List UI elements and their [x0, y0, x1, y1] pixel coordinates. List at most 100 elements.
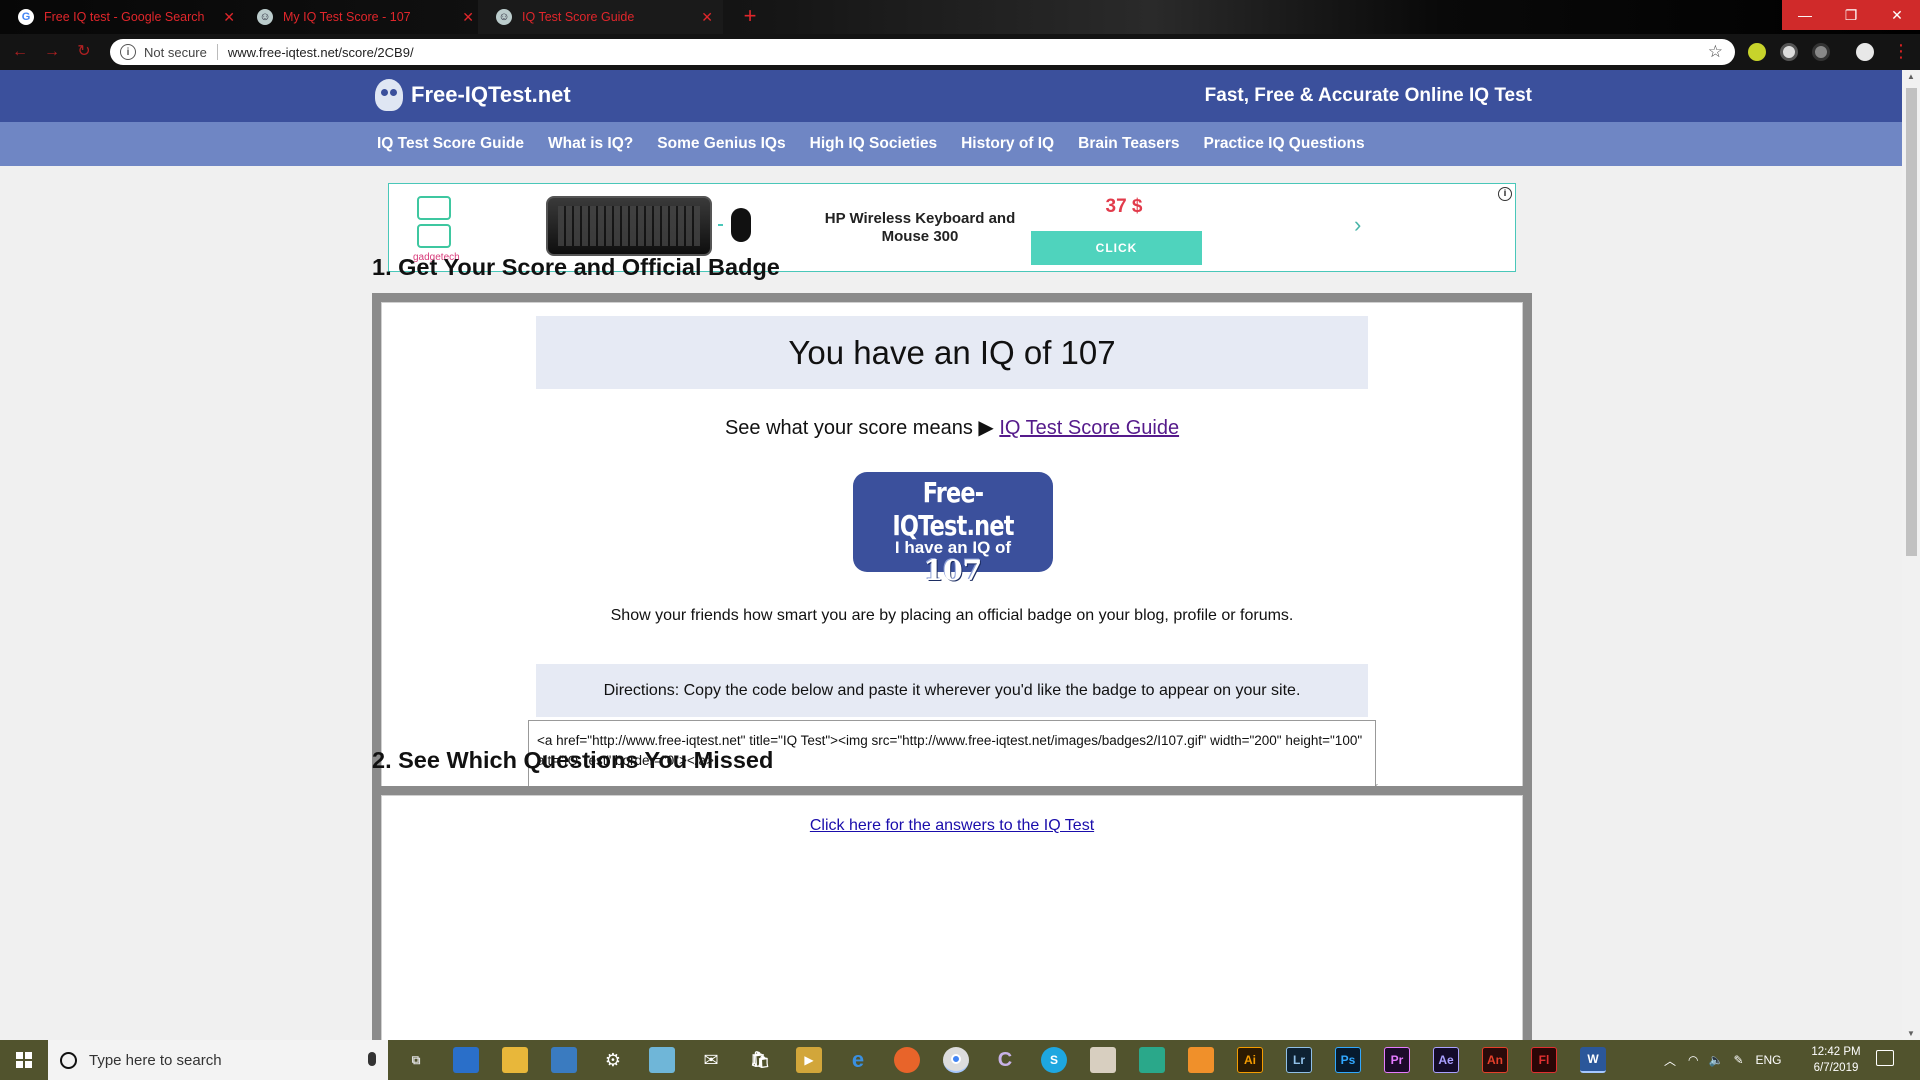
tab-strip: G Free IQ test - Google Search ✕ ☺ My IQ… [0, 0, 1920, 34]
score-meaning-line: See what your score means ▶ IQ Test Scor… [381, 415, 1523, 440]
meaning-prefix: See what your score means ▶ [724, 417, 1000, 439]
mouse-image [731, 208, 751, 242]
forward-icon[interactable]: → [42, 42, 62, 62]
extension-icon[interactable] [1812, 43, 1830, 61]
ad-price: 37 $ [1105, 196, 1143, 217]
close-icon[interactable]: ✕ [223, 9, 235, 26]
taskbar-search[interactable]: Type here to search [48, 1040, 388, 1080]
pen-icon[interactable]: ✎ [1733, 1053, 1743, 1067]
extension-icon[interactable] [1780, 43, 1798, 61]
info-icon[interactable]: i [120, 44, 136, 60]
security-label: Not secure [144, 44, 207, 60]
media-player-icon[interactable]: ▶ [796, 1047, 822, 1073]
close-icon[interactable]: ✕ [462, 9, 474, 26]
keyboard-image [546, 196, 712, 256]
premiere-icon[interactable]: Pr [1384, 1047, 1410, 1073]
menu-kebab-icon[interactable]: ⋮ [1892, 41, 1910, 62]
divider [216, 44, 218, 60]
nav-link-brain-teasers[interactable]: Brain Teasers [1078, 135, 1179, 153]
back-icon[interactable]: ← [10, 42, 30, 62]
clock-date: 6/7/2019 [1813, 1062, 1859, 1074]
animate-icon[interactable]: An [1482, 1047, 1508, 1073]
profile-avatar-icon[interactable] [1856, 43, 1874, 61]
scroll-down-icon[interactable]: ▼ [1906, 1029, 1916, 1038]
app-icon[interactable] [1139, 1047, 1165, 1073]
page-viewport: Free-IQTest.net Fast, Free & Accurate On… [0, 70, 1902, 1040]
file-explorer-icon[interactable] [502, 1047, 528, 1073]
language-indicator[interactable]: ENG [1756, 1053, 1782, 1067]
page-scrollbar[interactable]: ▲ ▼ [1902, 70, 1920, 1040]
badge-brand: Free-IQTest.net [892, 476, 1014, 542]
nav-link-high-iq-societies[interactable]: High IQ Societies [810, 135, 937, 153]
new-tab-icon[interactable]: + [738, 5, 762, 29]
notification-icon[interactable] [1876, 1050, 1894, 1066]
reload-icon[interactable]: ↻ [74, 42, 94, 62]
brain-logo-icon [375, 79, 403, 111]
site-logo[interactable]: Free-IQTest.net [375, 79, 571, 111]
settings-gear-icon[interactable]: ⚙ [600, 1047, 626, 1073]
desktop-app-icon[interactable] [453, 1047, 479, 1073]
address-bar[interactable]: i Not secure www.free-iqtest.net/score/2… [110, 39, 1735, 65]
nav-link-practice[interactable]: Practice IQ Questions [1204, 135, 1365, 153]
url-text[interactable]: www.free-iqtest.net/score/2CB9/ [228, 45, 414, 60]
minimize-icon[interactable]: — [1782, 0, 1828, 30]
edge-icon[interactable]: e [845, 1047, 871, 1073]
scrollbar-thumb[interactable] [1906, 88, 1917, 556]
app-icon[interactable] [1188, 1047, 1214, 1073]
chevron-up-icon[interactable]: ︿ [1664, 1052, 1676, 1069]
nav-link-genius-iqs[interactable]: Some Genius IQs [657, 135, 785, 153]
bookmark-star-icon[interactable]: ☆ [1708, 42, 1723, 62]
illustrator-icon[interactable]: Ai [1237, 1047, 1263, 1073]
nav-link-score-guide[interactable]: IQ Test Score Guide [377, 135, 524, 153]
photoshop-icon[interactable]: Ps [1335, 1047, 1361, 1073]
iq-badge: Free-IQTest.net I have an IQ of 107 [853, 472, 1053, 587]
app-icon[interactable] [649, 1047, 675, 1073]
firefox-icon[interactable] [894, 1047, 920, 1073]
browser-toolbar: ← → ↻ i Not secure www.free-iqtest.net/s… [0, 34, 1920, 70]
windows-icon [16, 1052, 32, 1068]
tab-iq-score[interactable]: ☺ My IQ Test Score - 107 ✕ [239, 0, 484, 34]
taskbar-clock[interactable]: 12:42 PM 6/7/2019 [1808, 1044, 1864, 1076]
microphone-icon[interactable] [368, 1052, 376, 1066]
missed-panel: Click here for the answers to the IQ Tes… [372, 786, 1532, 1040]
skype-icon[interactable]: S [1041, 1047, 1067, 1073]
ad-click-button[interactable]: CLICK [1031, 231, 1202, 265]
tab-google-search[interactable]: G Free IQ test - Google Search ✕ [0, 0, 245, 34]
lightroom-icon[interactable]: Lr [1286, 1047, 1312, 1073]
mail-icon[interactable]: ✉ [698, 1047, 724, 1073]
search-placeholder: Type here to search [89, 1051, 222, 1069]
nav-link-history[interactable]: History of IQ [961, 135, 1054, 153]
directions-text: Directions: Copy the code below and past… [536, 664, 1368, 717]
app-icon[interactable]: C [992, 1047, 1018, 1073]
restore-icon[interactable]: ❐ [1828, 0, 1874, 30]
nav-link-what-is-iq[interactable]: What is IQ? [548, 135, 633, 153]
tab-title: Free IQ test - Google Search [44, 10, 205, 24]
tab-score-guide[interactable]: ☺ IQ Test Score Guide ✕ [478, 0, 723, 34]
app-icon[interactable] [1090, 1047, 1116, 1073]
task-view-icon[interactable]: ⧉ [403, 1047, 429, 1073]
app-icon[interactable] [551, 1047, 577, 1073]
chrome-icon[interactable] [943, 1047, 969, 1073]
close-window-icon[interactable]: ✕ [1874, 0, 1920, 30]
ad-title: HP Wireless Keyboard and Mouse 300 [824, 210, 1016, 245]
site-favicon-icon: ☺ [257, 9, 273, 25]
ad-info-icon[interactable]: i [1498, 187, 1512, 201]
chevron-right-icon[interactable]: › [1354, 212, 1361, 238]
network-icon[interactable]: ◠ [1688, 1053, 1698, 1067]
section-heading-missed: 2. See Which Questions You Missed [372, 747, 774, 773]
flash-icon[interactable]: Fl [1531, 1047, 1557, 1073]
start-button[interactable] [0, 1040, 48, 1080]
after-effects-icon[interactable]: Ae [1433, 1047, 1459, 1073]
close-icon[interactable]: ✕ [701, 9, 713, 26]
volume-icon[interactable]: 🔈 [1709, 1053, 1724, 1067]
site-tagline: Fast, Free & Accurate Online IQ Test [1204, 85, 1532, 106]
answers-link[interactable]: Click here for the answers to the IQ Tes… [381, 817, 1523, 835]
extension-icon[interactable] [1748, 43, 1766, 61]
site-favicon-icon: ☺ [496, 9, 512, 25]
score-guide-link[interactable]: IQ Test Score Guide [999, 417, 1179, 439]
store-icon[interactable]: 🛍 [747, 1047, 773, 1073]
scroll-up-icon[interactable]: ▲ [1906, 72, 1916, 81]
word-icon[interactable]: W [1580, 1047, 1606, 1073]
site-header: Free-IQTest.net Fast, Free & Accurate On… [0, 70, 1902, 122]
windows-taskbar: Type here to search ⧉ ⚙ ✉ 🛍 ▶ e C S Ai L… [0, 1040, 1920, 1080]
